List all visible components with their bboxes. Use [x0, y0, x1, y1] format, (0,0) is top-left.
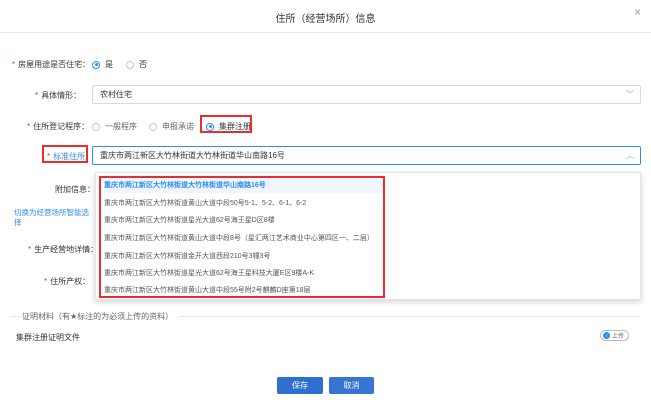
dialog-header: 住所（经营场所）信息 × — [0, 0, 651, 33]
highlight-box-cluster — [200, 115, 252, 133]
residential-radio-yes[interactable]: 是 — [92, 59, 113, 70]
chevron-down-icon: ﹀ — [626, 90, 634, 99]
upload-button[interactable]: ↑ 上传 — [600, 330, 630, 341]
cancel-button[interactable]: 取消 — [329, 377, 374, 394]
registration-radio-commitment[interactable]: 申报承诺 — [149, 121, 194, 132]
required-mark: * — [35, 91, 39, 100]
residential-radio-no[interactable]: 否 — [126, 59, 147, 70]
switch-smart-select-link[interactable]: 切换为经营场所智能选择 — [14, 208, 90, 228]
radio-dot-icon — [92, 122, 100, 131]
property-label: * 住所产权： — [44, 277, 91, 286]
save-button[interactable]: 保存 — [277, 377, 323, 394]
required-mark: * — [44, 277, 48, 286]
section-title: 证明材料（有★标注的为必须上传的资料） — [22, 311, 180, 322]
radio-dot-icon — [126, 60, 134, 69]
upload-icon: ↑ — [603, 332, 610, 339]
required-mark: * — [28, 245, 32, 254]
radio-dot-icon — [149, 122, 157, 131]
production-label: * 生产经营地详情： — [28, 245, 99, 254]
close-icon[interactable]: × — [634, 6, 641, 18]
attachment-item-label: 集群注册证明文件 — [16, 333, 80, 342]
dialog-title: 住所（经营场所）信息 — [275, 14, 376, 25]
situation-select[interactable]: 农村住宅 ﹀ — [92, 85, 641, 104]
highlight-box-dropdown — [99, 176, 385, 298]
radio-dot-icon — [92, 60, 100, 69]
chevron-up-icon: ︿ — [626, 151, 634, 160]
required-mark: * — [12, 60, 16, 69]
registration-radio-general[interactable]: 一般程序 — [92, 121, 137, 132]
registration-label: * 住所登记程序： — [27, 122, 90, 131]
standard-address-select[interactable]: 重庆市两江新区大竹林街道大竹林街道华山南路16号 ︿ — [92, 146, 641, 165]
residential-label: * 房屋用途是否住宅： — [12, 60, 91, 69]
required-mark: * — [27, 122, 31, 131]
extra-info-label: 附加信息： — [55, 185, 95, 194]
situation-label: * 具体情形： — [35, 91, 82, 100]
highlight-box-label — [42, 145, 88, 163]
